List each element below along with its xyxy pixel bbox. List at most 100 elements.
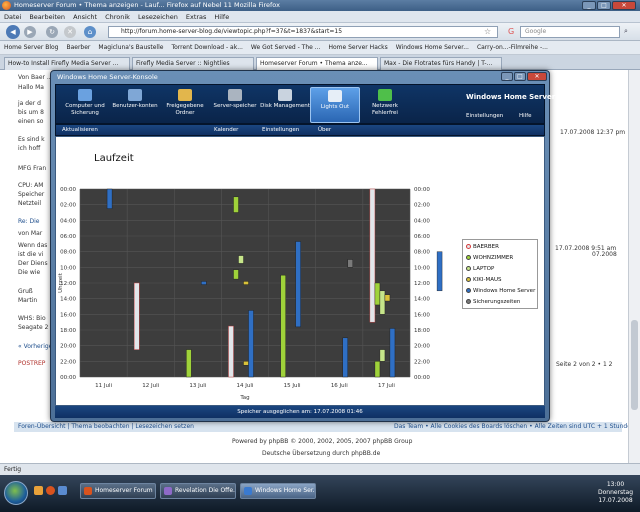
whs-brand: Windows Home Server xyxy=(466,93,556,101)
quicklaunch-explorer-icon[interactable] xyxy=(34,486,43,495)
forum-text-line: WHS: Bio xyxy=(18,315,46,322)
forward-icon[interactable]: ▶ xyxy=(24,26,36,38)
bookmark-item[interactable]: Home Server Hacks xyxy=(324,41,391,54)
back-icon[interactable]: ◀ xyxy=(6,25,20,39)
bookmark-item[interactable]: Carry-on...-Filmreihe -... xyxy=(473,41,552,54)
bookmark-item[interactable]: Torrent Download - ak... xyxy=(167,41,246,54)
about-button[interactable]: Über xyxy=(318,125,331,136)
settings-link[interactable]: Einstellungen xyxy=(466,113,503,119)
whs-tab-icon xyxy=(278,89,292,101)
whs-tab-label: Netzwerk Fehlerfrei xyxy=(372,103,398,116)
y-tick-label: 20:00 xyxy=(60,344,76,350)
whs-tab-2[interactable]: Freigegebene Ordner xyxy=(160,87,210,123)
maximize-button[interactable]: □ xyxy=(597,1,611,10)
y-tick-label: 22:00 xyxy=(414,359,430,365)
legend-label: BAERBER xyxy=(473,244,499,250)
help-link[interactable]: Hilfe xyxy=(519,113,532,119)
forum-text-line: einen so xyxy=(18,118,44,125)
menu-bearbeiten[interactable]: Bearbeiten xyxy=(25,11,69,23)
whs-tab-3[interactable]: Server-speicher xyxy=(210,87,260,123)
whs-tab-label: Computer und Sicherung xyxy=(65,103,105,116)
forum-bottom-links-right[interactable]: Das Team • Alle Cookies des Boards lösch… xyxy=(394,423,631,430)
refresh-button[interactable]: Aktualisieren xyxy=(62,125,98,136)
taskbar-item-revelation[interactable]: Revelation Die Offe... xyxy=(160,483,236,499)
forum-bottom-bar: Foren-Übersicht | Thema beobachten | Les… xyxy=(14,422,631,432)
whs-maximize-button[interactable]: □ xyxy=(514,72,526,81)
pagination[interactable]: Seite 2 von 2 • 1 2 xyxy=(556,361,613,368)
tab-firefly-nightlies[interactable]: Firefly Media Server :: Nightlies xyxy=(132,57,254,70)
y-tick-label: 00:00 xyxy=(414,375,430,381)
home-icon[interactable]: ⌂ xyxy=(84,26,96,38)
legend-item: LAPTOP xyxy=(466,266,494,272)
forum-text-line: Seagate 2 xyxy=(18,324,49,331)
page-scrollbar[interactable] xyxy=(628,70,640,463)
browser-window-title: Homeserver Forum • Thema anzeigen - Lauf… xyxy=(14,1,280,9)
bookmark-item[interactable]: Windows Home Server... xyxy=(392,41,473,54)
y-tick-label: 08:00 xyxy=(414,250,430,256)
scrollbar-thumb[interactable] xyxy=(631,320,638,410)
whs-minimize-button[interactable]: _ xyxy=(501,72,513,81)
quicklaunch-firefox-icon[interactable] xyxy=(46,486,55,495)
close-button[interactable]: ✕ xyxy=(612,1,636,10)
quicklaunch-desktop-icon[interactable] xyxy=(58,486,67,495)
whs-tab-6[interactable]: Netzwerk Fehlerfrei xyxy=(360,87,410,123)
settings-button[interactable]: Einstellungen xyxy=(262,125,299,136)
series-bar xyxy=(280,274,286,378)
whs-tab-0[interactable]: Computer und Sicherung xyxy=(60,87,110,123)
bookmark-item[interactable]: Home Server Blog xyxy=(0,41,62,54)
forum-text-line: Hallo Ma xyxy=(18,84,44,91)
reload-icon[interactable]: ↻ xyxy=(46,26,58,38)
y-tick-label: 04:00 xyxy=(414,218,430,224)
url-bar[interactable]: http://forum.home-server-blog.de/viewtop… xyxy=(108,26,498,38)
menu-ansicht[interactable]: Ansicht xyxy=(69,11,101,23)
search-magnifier-icon[interactable]: ⌕ xyxy=(624,27,628,36)
tab-max-handy[interactable]: Max - Die Flotrates fürs Handy | T-... xyxy=(380,57,502,70)
tab-firefly-howto[interactable]: How-to Install Firefly Media Server ... xyxy=(4,57,130,70)
minimize-button[interactable]: _ xyxy=(582,1,596,10)
x-tick-label: 14 Juli xyxy=(237,383,254,389)
stop-icon[interactable]: ✕ xyxy=(64,26,76,38)
legend-label: WOHNZIMMER xyxy=(473,255,514,261)
menu-lesezeichen[interactable]: Lesezeichen xyxy=(134,11,182,23)
storage-balanced-status: Speicher ausgeglichen am: 17.07.2008 01:… xyxy=(237,409,363,415)
bookmark-item[interactable]: Magicluna's Baustelle xyxy=(94,41,167,54)
taskbar-item-forum[interactable]: Homeserver Forum ... xyxy=(80,483,156,499)
menu-hilfe[interactable]: Hilfe xyxy=(210,11,233,23)
bookmark-item[interactable]: We Got Served - The ... xyxy=(247,41,325,54)
taskbar-item-whs[interactable]: Windows Home Ser... xyxy=(240,483,316,499)
y-axis-label: Uhrzeit xyxy=(58,272,64,293)
forum-text-line: Martin xyxy=(18,297,38,304)
series-bar xyxy=(347,259,353,268)
tab-label: Max - Die Flotrates fürs Handy | T-... xyxy=(384,60,493,67)
whs-close-button[interactable]: ✕ xyxy=(527,72,547,81)
series-bar xyxy=(243,361,249,366)
bookmark-item[interactable]: Baerber xyxy=(62,41,94,54)
url-text: http://forum.home-server-blog.de/viewtop… xyxy=(121,28,343,35)
series-bar xyxy=(134,282,140,350)
forum-text-line: von Mar xyxy=(18,230,43,237)
whs-tab-5[interactable]: Lights Out xyxy=(310,87,360,123)
system-clock[interactable]: 13:00 Donnerstag 17.07.2008 xyxy=(598,481,633,505)
calendar-button[interactable]: Kalender xyxy=(214,125,238,136)
bookmark-star-icon[interactable]: ☆ xyxy=(484,27,491,36)
whs-tab-4[interactable]: Disk Management xyxy=(260,87,310,123)
forum-bottom-links[interactable]: Foren-Übersicht | Thema beobachten | Les… xyxy=(18,423,194,430)
whs-window-title: Windows Home Server-Konsole xyxy=(57,73,158,81)
x-tick-label: 13 Juli xyxy=(189,383,206,389)
tab-homeserver-forum[interactable]: Homeserver Forum • Thema anze... xyxy=(256,57,378,70)
start-button[interactable] xyxy=(4,481,28,505)
series-bar xyxy=(248,310,254,378)
whs-tab-1[interactable]: Benutzer-konten xyxy=(110,87,160,123)
search-input[interactable]: Google xyxy=(520,26,620,38)
tab-bar: How-to Install Firefly Media Server ... … xyxy=(0,55,640,70)
menu-chronik[interactable]: Chronik xyxy=(101,11,134,23)
search-placeholder: Google xyxy=(525,28,547,35)
whs-tab-label: Server-speicher xyxy=(213,103,257,109)
series-bar xyxy=(369,188,376,323)
menu-extras[interactable]: Extras xyxy=(182,11,211,23)
y-tick-label: 08:00 xyxy=(60,250,76,256)
series-bar xyxy=(233,196,239,213)
forum-text-line: Gruß xyxy=(18,288,33,295)
menu-datei[interactable]: Datei xyxy=(0,11,25,23)
whs-console-window[interactable]: Windows Home Server-Konsole _ □ ✕ Comput… xyxy=(50,70,555,422)
